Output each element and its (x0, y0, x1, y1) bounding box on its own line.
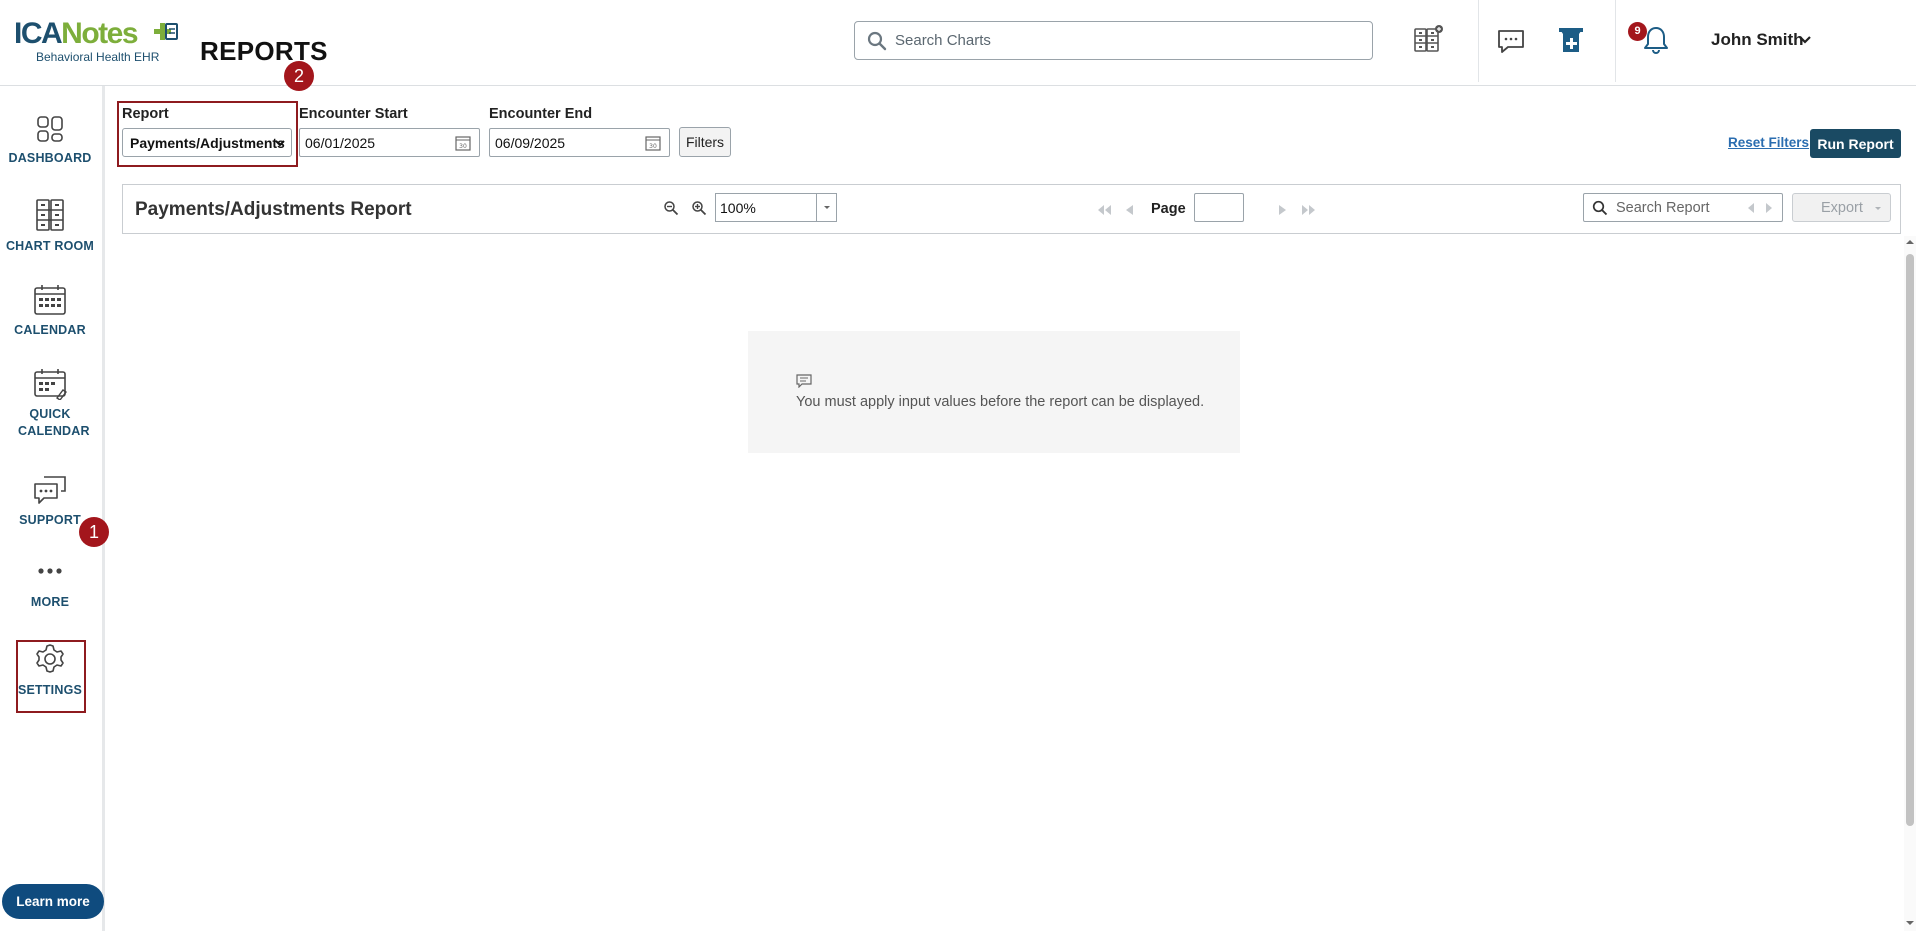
svg-text:30: 30 (459, 143, 467, 150)
zoom-dropdown-toggle[interactable] (816, 194, 836, 221)
encounter-start-value: 06/01/2025 (305, 135, 376, 151)
encounter-end-value: 06/09/2025 (495, 135, 566, 151)
page-label: Page (1151, 201, 1186, 217)
report-title: Payments/Adjustments Report (135, 199, 412, 220)
chevron-down-icon (275, 140, 285, 147)
chevron-down-icon[interactable] (1798, 33, 1812, 47)
zoom-level-value: 100% (720, 200, 756, 216)
export-button[interactable]: Export (1792, 193, 1891, 222)
svg-text:30: 30 (649, 143, 657, 150)
sidebar-item-label: CHART ROOM (5, 239, 95, 253)
run-report-button[interactable]: Run Report (1810, 129, 1901, 158)
search-report-input[interactable] (1616, 197, 1736, 218)
sidebar-item-calendar[interactable]: CALENDAR (0, 284, 100, 339)
sidebar-item-chart-room[interactable]: CHART ROOM (0, 198, 100, 255)
zoom-out-icon[interactable] (663, 200, 679, 216)
reset-filters-link[interactable]: Reset Filters (1728, 135, 1809, 150)
header-divider (1478, 0, 1479, 82)
sidebar-item-more[interactable]: MORE (0, 562, 100, 611)
sidebar-item-dashboard[interactable]: DASHBOARD (0, 114, 100, 167)
sidebar-item-settings[interactable]: SETTINGS (0, 642, 100, 699)
filters-button[interactable]: Filters (679, 127, 731, 157)
step-badge-1: 1 (79, 517, 109, 547)
icanotes-logo[interactable]: ICANotes Behavioral Health EHR (14, 17, 178, 68)
sidebar-item-quick-calendar[interactable]: QUICK CALENDAR (0, 368, 100, 440)
page-title: REPORTS (200, 36, 328, 66)
report-label: Report (122, 106, 169, 122)
search-previous-icon[interactable] (1746, 201, 1756, 215)
step-badge-2: 2 (284, 61, 314, 91)
user-menu-name[interactable]: John Smith (1711, 30, 1804, 50)
quick-calendar-icon (34, 369, 67, 400)
report-message-text: You must apply input values before the r… (796, 394, 1205, 410)
search-next-icon[interactable] (1764, 201, 1774, 215)
search-charts-field[interactable] (854, 21, 1373, 60)
first-page-icon[interactable] (1096, 203, 1112, 217)
support-icon (34, 476, 66, 504)
left-sidebar: DASHBOARD CHART ROOM CALENDAR QUICK CALE… (0, 86, 105, 931)
more-icon (38, 568, 62, 574)
scroll-down-icon[interactable] (1906, 919, 1914, 927)
caret-down-icon (824, 206, 830, 209)
calendar-picker-icon[interactable]: 30 (455, 135, 471, 151)
sidebar-item-label: DASHBOARD (8, 151, 92, 165)
gear-icon (36, 644, 64, 673)
search-icon (867, 31, 887, 51)
next-page-icon[interactable] (1277, 203, 1289, 217)
zoom-level-select[interactable]: 100% (715, 193, 837, 222)
learn-more-button[interactable]: Learn more (2, 884, 104, 919)
dashboard-icon (37, 116, 63, 142)
encounter-end-field[interactable]: 06/09/2025 30 (489, 128, 670, 157)
sidebar-item-label: QUICK CALENDAR (18, 407, 90, 438)
search-report-field[interactable] (1583, 193, 1783, 222)
encounter-start-label: Encounter Start (299, 106, 408, 122)
scroll-up-icon[interactable] (1906, 238, 1914, 246)
logo-subtitle: Behavioral Health EHR (36, 50, 160, 64)
calendar-picker-icon[interactable]: 30 (645, 135, 661, 151)
report-empty-message: You must apply input values before the r… (748, 331, 1240, 453)
calendar-icon (34, 285, 66, 315)
encounter-start-field[interactable]: 06/01/2025 30 (299, 128, 480, 157)
prescription-icon[interactable] (1556, 25, 1588, 57)
chart-room-add-icon[interactable] (1412, 24, 1444, 56)
message-icon (796, 374, 812, 388)
caret-down-icon (1875, 207, 1881, 210)
report-select-value: Payments/Adjustments (130, 135, 285, 151)
messages-icon[interactable] (1495, 26, 1527, 58)
previous-page-icon[interactable] (1123, 203, 1135, 217)
logo-plus-icon (154, 23, 178, 40)
sidebar-item-label: CALENDAR (14, 323, 86, 337)
logo-wordmark: ICANotes (14, 17, 139, 50)
scrollbar-thumb[interactable] (1906, 254, 1914, 826)
encounter-end-label: Encounter End (489, 106, 593, 122)
report-select[interactable]: Payments/Adjustments (122, 128, 292, 157)
report-scrollbar[interactable] (1904, 236, 1916, 931)
report-viewer-toolbar: Payments/Adjustments Report 100% Page Se… (122, 184, 1901, 234)
page-number-input[interactable] (1194, 193, 1244, 222)
zoom-in-icon[interactable] (691, 200, 707, 216)
header-divider (1615, 0, 1616, 82)
search-icon (1592, 200, 1608, 216)
last-page-icon[interactable] (1301, 203, 1317, 217)
export-label: Export (1821, 199, 1863, 216)
sidebar-item-label: MORE (30, 595, 70, 609)
search-charts-input[interactable] (895, 26, 1355, 55)
notification-count-badge: 9 (1628, 22, 1647, 41)
sidebar-item-label: SETTINGS (17, 683, 83, 697)
chart-room-icon (36, 199, 64, 231)
